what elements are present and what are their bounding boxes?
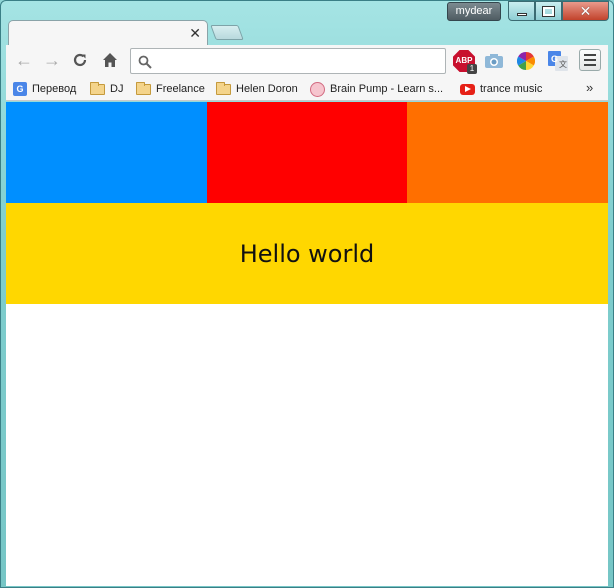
bookmark-label: Brain Pump - Learn s... bbox=[330, 83, 444, 95]
reload-button[interactable] bbox=[70, 50, 90, 70]
forward-arrow-icon: → bbox=[43, 50, 61, 70]
color-picker-extension-button[interactable] bbox=[514, 49, 538, 73]
back-arrow-icon: ← bbox=[15, 50, 33, 70]
menu-icon-line bbox=[584, 59, 596, 61]
address-bar[interactable] bbox=[130, 48, 446, 74]
new-tab-button[interactable] bbox=[210, 25, 244, 40]
chrome-menu-button[interactable] bbox=[579, 49, 601, 71]
bookmarks-overflow-button[interactable]: » bbox=[586, 80, 593, 95]
svg-text:G: G bbox=[551, 54, 558, 64]
adblock-plus-button[interactable]: ABP 1 bbox=[452, 49, 477, 74]
profile-button[interactable]: mydear bbox=[447, 2, 501, 21]
close-window-button[interactable]: ✕ bbox=[562, 1, 609, 21]
tab-active[interactable]: ✕ bbox=[8, 20, 208, 46]
camera-icon bbox=[485, 54, 503, 68]
folder-icon bbox=[216, 81, 231, 95]
red-block bbox=[207, 102, 407, 203]
folder-icon bbox=[136, 81, 151, 95]
home-button[interactable] bbox=[100, 50, 120, 70]
bookmark-brain-pump[interactable]: Brain Pump - Learn s... bbox=[310, 81, 443, 97]
blue-block bbox=[6, 102, 207, 203]
google-translate-icon: G bbox=[13, 82, 27, 96]
hello-heading: Hello world bbox=[239, 239, 375, 268]
toolbar: ← → ABP 1 G文 bbox=[6, 45, 608, 77]
maximize-icon bbox=[542, 5, 555, 17]
bookmark-trance-music[interactable]: trance music bbox=[460, 81, 542, 97]
bookmark-folder-helen-doron[interactable]: Helen Doron bbox=[216, 81, 298, 97]
back-button[interactable]: ← bbox=[14, 50, 34, 70]
adblock-count-badge: 1 bbox=[467, 64, 477, 74]
tab-close-icon[interactable]: ✕ bbox=[189, 25, 201, 42]
brain-icon bbox=[310, 81, 325, 97]
page-viewport: Hello world bbox=[6, 102, 608, 586]
bookmark-label: trance music bbox=[480, 83, 543, 95]
orange-block bbox=[407, 102, 608, 203]
home-icon bbox=[103, 53, 117, 67]
color-wheel-icon bbox=[517, 52, 535, 70]
bookmarks-bar: G Перевод DJ Freelance Helen Doron Brain… bbox=[6, 77, 608, 101]
google-translate-icon: G文 bbox=[548, 51, 568, 71]
search-icon bbox=[138, 55, 152, 69]
bookmark-folder-dj[interactable]: DJ bbox=[90, 81, 123, 97]
color-blocks-row bbox=[6, 102, 608, 203]
reload-icon bbox=[73, 53, 87, 67]
minimize-button[interactable] bbox=[508, 1, 535, 21]
bookmark-folder-freelance[interactable]: Freelance bbox=[136, 81, 205, 97]
bookmark-label: Перевод bbox=[32, 83, 77, 95]
bookmark-label: Freelance bbox=[156, 83, 205, 95]
google-translate-extension-button[interactable]: G文 bbox=[546, 49, 570, 73]
minimize-icon bbox=[516, 12, 527, 16]
youtube-icon bbox=[460, 83, 475, 95]
address-input[interactable] bbox=[155, 52, 440, 70]
close-icon: ✕ bbox=[579, 3, 592, 19]
bookmark-label: Helen Doron bbox=[236, 83, 298, 95]
yellow-banner: Hello world bbox=[6, 203, 608, 304]
menu-icon-line bbox=[584, 54, 596, 56]
forward-button[interactable]: → bbox=[42, 50, 62, 70]
screenshot-extension-button[interactable] bbox=[482, 49, 506, 73]
maximize-button[interactable] bbox=[535, 1, 562, 21]
bookmark-perevod[interactable]: G Перевод bbox=[13, 81, 76, 97]
bookmark-label: DJ bbox=[110, 83, 124, 95]
svg-text:文: 文 bbox=[559, 59, 567, 69]
folder-icon bbox=[90, 81, 105, 95]
menu-icon-line bbox=[584, 64, 596, 66]
